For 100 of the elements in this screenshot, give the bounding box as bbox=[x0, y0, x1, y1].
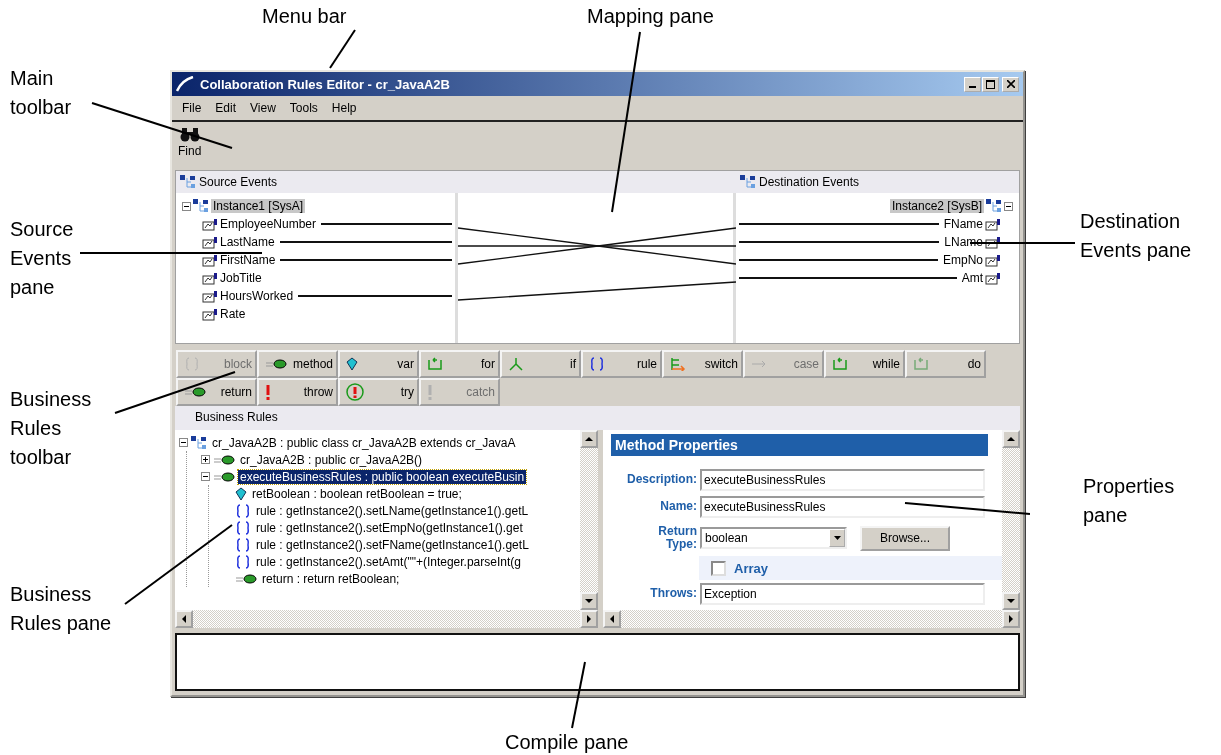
field-name[interactable]: EmpNo bbox=[943, 253, 983, 267]
scroll-down-icon[interactable] bbox=[1007, 597, 1015, 605]
rule-tool-button[interactable]: while bbox=[824, 350, 905, 378]
scroll-left-icon[interactable] bbox=[608, 615, 616, 623]
loop-icon bbox=[427, 357, 443, 371]
maximize-button[interactable] bbox=[982, 76, 999, 92]
method-icon bbox=[265, 358, 287, 370]
field-name[interactable]: FirstName bbox=[220, 253, 276, 267]
leader-line bbox=[571, 661, 586, 729]
warning-circle-icon bbox=[346, 383, 364, 401]
text-field[interactable]: Exception bbox=[700, 582, 985, 605]
tree-icon bbox=[986, 199, 1002, 213]
field-label: Description: bbox=[626, 472, 697, 487]
rule-tool-button[interactable]: throw bbox=[257, 378, 338, 406]
braces-icon bbox=[184, 357, 200, 371]
rule-tool-button[interactable]: rule bbox=[581, 350, 662, 378]
tree-item[interactable]: rule : getInstance2().setFName(getInstance1().getL bbox=[254, 537, 531, 552]
properties-title: Method Properties bbox=[611, 434, 988, 456]
field-name[interactable]: JobTitle bbox=[220, 271, 262, 285]
maximize-icon bbox=[986, 79, 995, 89]
pane-header: Business Rules bbox=[175, 406, 1020, 430]
tree-item[interactable]: Instance2 [SysB] bbox=[889, 199, 984, 213]
tree-item[interactable]: cr_JavaA2B : public class cr_JavaA2B extends cr_JavaA bbox=[210, 435, 518, 450]
find-button[interactable]: Find bbox=[178, 126, 202, 166]
rule-tool-button[interactable]: for bbox=[419, 350, 500, 378]
field-name[interactable]: LastName bbox=[220, 235, 275, 249]
leader-line bbox=[329, 29, 356, 69]
collapse-icon[interactable] bbox=[179, 438, 188, 447]
method-icon bbox=[213, 453, 235, 466]
tree-item[interactable]: executeBusinessRules : public boolean executeBusin bbox=[238, 469, 527, 484]
field-label: Return Type: bbox=[657, 524, 697, 552]
scroll-up-icon[interactable] bbox=[1007, 435, 1015, 443]
field-name[interactable]: Rate bbox=[220, 307, 246, 321]
collapse-icon[interactable] bbox=[1004, 201, 1013, 211]
callout-label: Mapping pane bbox=[587, 4, 714, 29]
tree-item[interactable]: rule : getInstance2().setEmpNo(getInstance1().get bbox=[254, 520, 525, 535]
binoculars-icon bbox=[178, 126, 201, 142]
minimize-button[interactable] bbox=[964, 76, 981, 92]
arrow-icon bbox=[751, 359, 767, 369]
tree-icon bbox=[191, 435, 207, 450]
braces-icon bbox=[235, 520, 251, 535]
tree-item[interactable]: rule : getInstance2().setLName(getInstance1().getL bbox=[254, 503, 531, 518]
menu-item[interactable]: Tools bbox=[283, 100, 324, 116]
tree-item[interactable]: rule : getInstance2().setAmt(""+(Integer.parseInt(g bbox=[254, 554, 523, 569]
text-field[interactable]: executeBusinessRules bbox=[700, 468, 985, 491]
checkbox[interactable] bbox=[711, 560, 726, 576]
collapse-icon[interactable] bbox=[182, 201, 191, 211]
rule-tool-button[interactable]: if bbox=[500, 350, 581, 378]
field-name[interactable]: EmployeeNumber bbox=[220, 217, 317, 231]
menu-item[interactable]: Edit bbox=[209, 100, 243, 116]
field-name[interactable]: Amt bbox=[961, 271, 983, 285]
gem-icon bbox=[235, 486, 247, 501]
field-icon bbox=[202, 235, 218, 249]
rule-tool-button[interactable]: method bbox=[257, 350, 338, 378]
rule-tool-button[interactable]: try bbox=[338, 378, 419, 406]
app-logo-icon bbox=[176, 76, 194, 92]
tree-item[interactable]: cr_JavaA2B : public cr_JavaA2B() bbox=[238, 452, 425, 467]
callout-label: Properties pane bbox=[1083, 474, 1175, 528]
field-icon bbox=[202, 271, 218, 285]
field-icon bbox=[985, 253, 1001, 267]
menu-item[interactable]: Help bbox=[325, 100, 363, 116]
scroll-right-icon[interactable] bbox=[1007, 615, 1015, 623]
gem-icon bbox=[346, 357, 358, 371]
window-title: Collaboration Rules Editor - cr_JavaA2B bbox=[200, 76, 451, 92]
callout-label: Source Events pane bbox=[10, 217, 74, 300]
field-name[interactable]: FName bbox=[943, 217, 983, 231]
field-icon bbox=[985, 235, 1001, 249]
collapse-icon[interactable] bbox=[201, 472, 210, 481]
scroll-right-icon[interactable] bbox=[585, 615, 593, 623]
menu-item[interactable]: File bbox=[176, 100, 208, 116]
rule-tool-button[interactable]: switch bbox=[662, 350, 743, 378]
close-button[interactable] bbox=[1002, 76, 1019, 92]
scroll-up-icon[interactable] bbox=[585, 435, 593, 443]
field-label: Name: bbox=[659, 499, 697, 514]
scroll-left-icon[interactable] bbox=[180, 615, 188, 623]
tree-item[interactable]: return : return retBoolean; bbox=[260, 571, 402, 586]
callout-label: Menu bar bbox=[262, 4, 347, 29]
field-icon bbox=[202, 289, 218, 303]
field-label: Throws: bbox=[649, 586, 697, 601]
field-icon bbox=[985, 271, 1001, 285]
branch-icon bbox=[508, 357, 524, 371]
expand-icon[interactable] bbox=[201, 455, 210, 464]
braces-icon bbox=[235, 503, 251, 518]
callout-label: Business Rules toolbar bbox=[10, 387, 92, 470]
caret-icon bbox=[833, 536, 841, 540]
exclamation-icon bbox=[265, 384, 271, 400]
method-icon bbox=[184, 386, 206, 398]
rule-tool-button[interactable]: do bbox=[905, 350, 986, 378]
rule-tool-button[interactable]: return bbox=[176, 378, 257, 406]
tree-item[interactable]: Instance1 [SysA] bbox=[211, 199, 306, 213]
menu-item[interactable]: View bbox=[244, 100, 282, 116]
field-name[interactable]: HoursWorked bbox=[220, 289, 294, 303]
rule-tool-button[interactable]: var bbox=[338, 350, 419, 378]
type-dropdown[interactable]: boolean bbox=[700, 527, 847, 549]
text-field[interactable]: executeBusinessRules bbox=[700, 495, 985, 518]
loop-icon bbox=[832, 357, 848, 371]
scroll-down-icon[interactable] bbox=[585, 597, 593, 605]
loop-icon bbox=[913, 357, 929, 371]
tree-item[interactable]: retBoolean : boolean retBoolean = true; bbox=[250, 486, 464, 501]
browse-button[interactable]: Browse... bbox=[860, 525, 950, 551]
